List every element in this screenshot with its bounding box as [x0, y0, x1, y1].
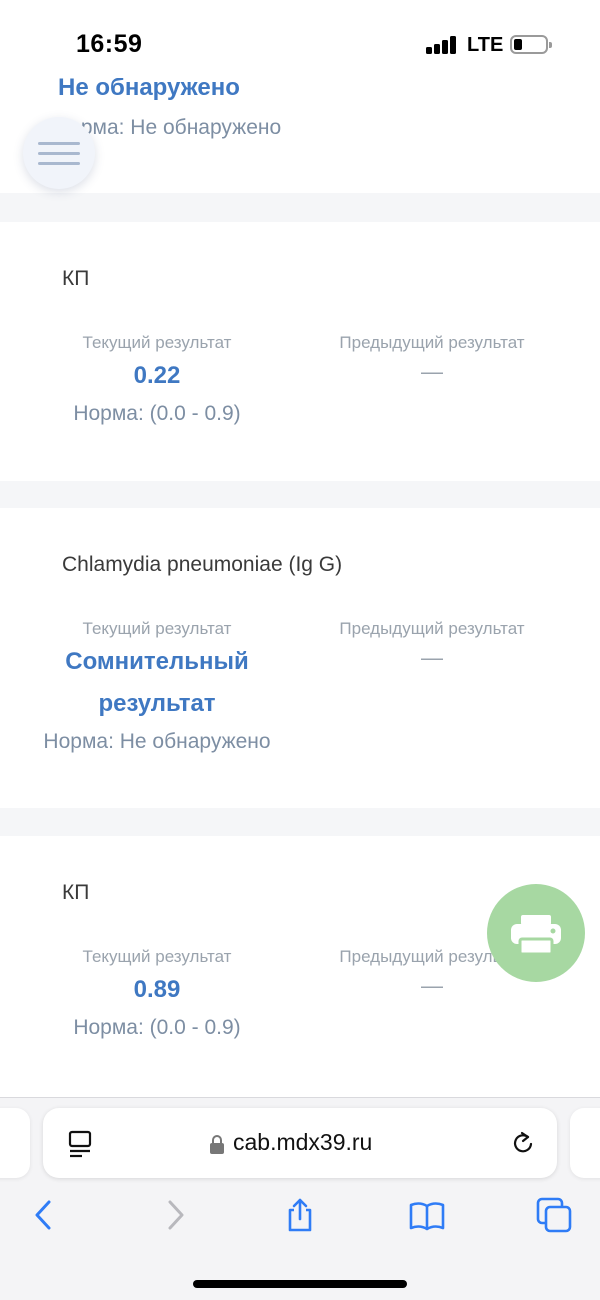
current-result-label: Текущий результат	[82, 333, 232, 352]
previous-tab-preview[interactable]	[0, 1108, 30, 1178]
forward-icon[interactable]	[157, 1197, 193, 1233]
test-title: КП	[62, 267, 90, 290]
card-separator	[0, 193, 600, 222]
norm-range: Норма: (0.0 - 0.9)	[73, 1016, 241, 1039]
network-type: LTE	[467, 34, 504, 56]
bookmarks-icon[interactable]	[409, 1197, 445, 1233]
share-icon[interactable]	[282, 1197, 318, 1233]
address-bar[interactable]: cab.mdx39.ru	[43, 1108, 557, 1178]
printer-icon	[511, 915, 561, 956]
browser-toolbar: cab.mdx39.ru	[0, 1097, 600, 1300]
current-result-value: Сомнительный результат	[65, 648, 249, 717]
result-card: КП Текущий результат Предыдущий результа…	[0, 222, 600, 481]
current-result-value: 0.89	[133, 976, 181, 1003]
home-indicator[interactable]	[193, 1280, 407, 1288]
test-title: Chlamydia pneumoniae (Ig G)	[62, 553, 343, 576]
reader-icon[interactable]	[68, 1130, 94, 1158]
result-card: Chlamydia pneumoniae (Ig G) Текущий резу…	[0, 508, 600, 808]
print-button[interactable]	[487, 884, 585, 982]
current-result-label: Текущий результат	[82, 947, 232, 966]
menu-button[interactable]	[23, 117, 95, 189]
lock-icon	[210, 1135, 224, 1154]
status-time: 16:59	[76, 30, 143, 58]
back-icon[interactable]	[27, 1197, 63, 1233]
tabs-icon[interactable]	[536, 1197, 572, 1233]
url-text[interactable]: cab.mdx39.ru	[233, 1129, 372, 1156]
signal-bars-icon	[426, 36, 458, 54]
current-result-label: Текущий результат	[82, 619, 232, 638]
norm-range: Норма: (0.0 - 0.9)	[73, 402, 241, 425]
current-result-value: 0.22	[133, 362, 181, 389]
card-separator	[0, 808, 600, 836]
previous-result-label: Предыдущий результат	[339, 619, 525, 638]
card-separator	[0, 481, 600, 508]
reload-icon[interactable]	[509, 1129, 537, 1157]
hamburger-menu-icon	[38, 142, 80, 145]
previous-result-value: —	[421, 359, 443, 384]
next-tab-preview[interactable]	[570, 1108, 600, 1178]
previous-result-label: Предыдущий результат	[339, 333, 525, 352]
norm-range: Норма: Не обнаружено	[43, 730, 271, 753]
test-title: КП	[62, 881, 90, 904]
status-bar: 16:59 LTE	[0, 0, 600, 78]
partial-current-value: Не обнаружено	[58, 74, 240, 101]
battery-icon	[510, 35, 552, 54]
previous-result-value: —	[421, 645, 443, 670]
partial-result-card: Не обнаружено Норма: Не обнаружено	[0, 60, 600, 193]
